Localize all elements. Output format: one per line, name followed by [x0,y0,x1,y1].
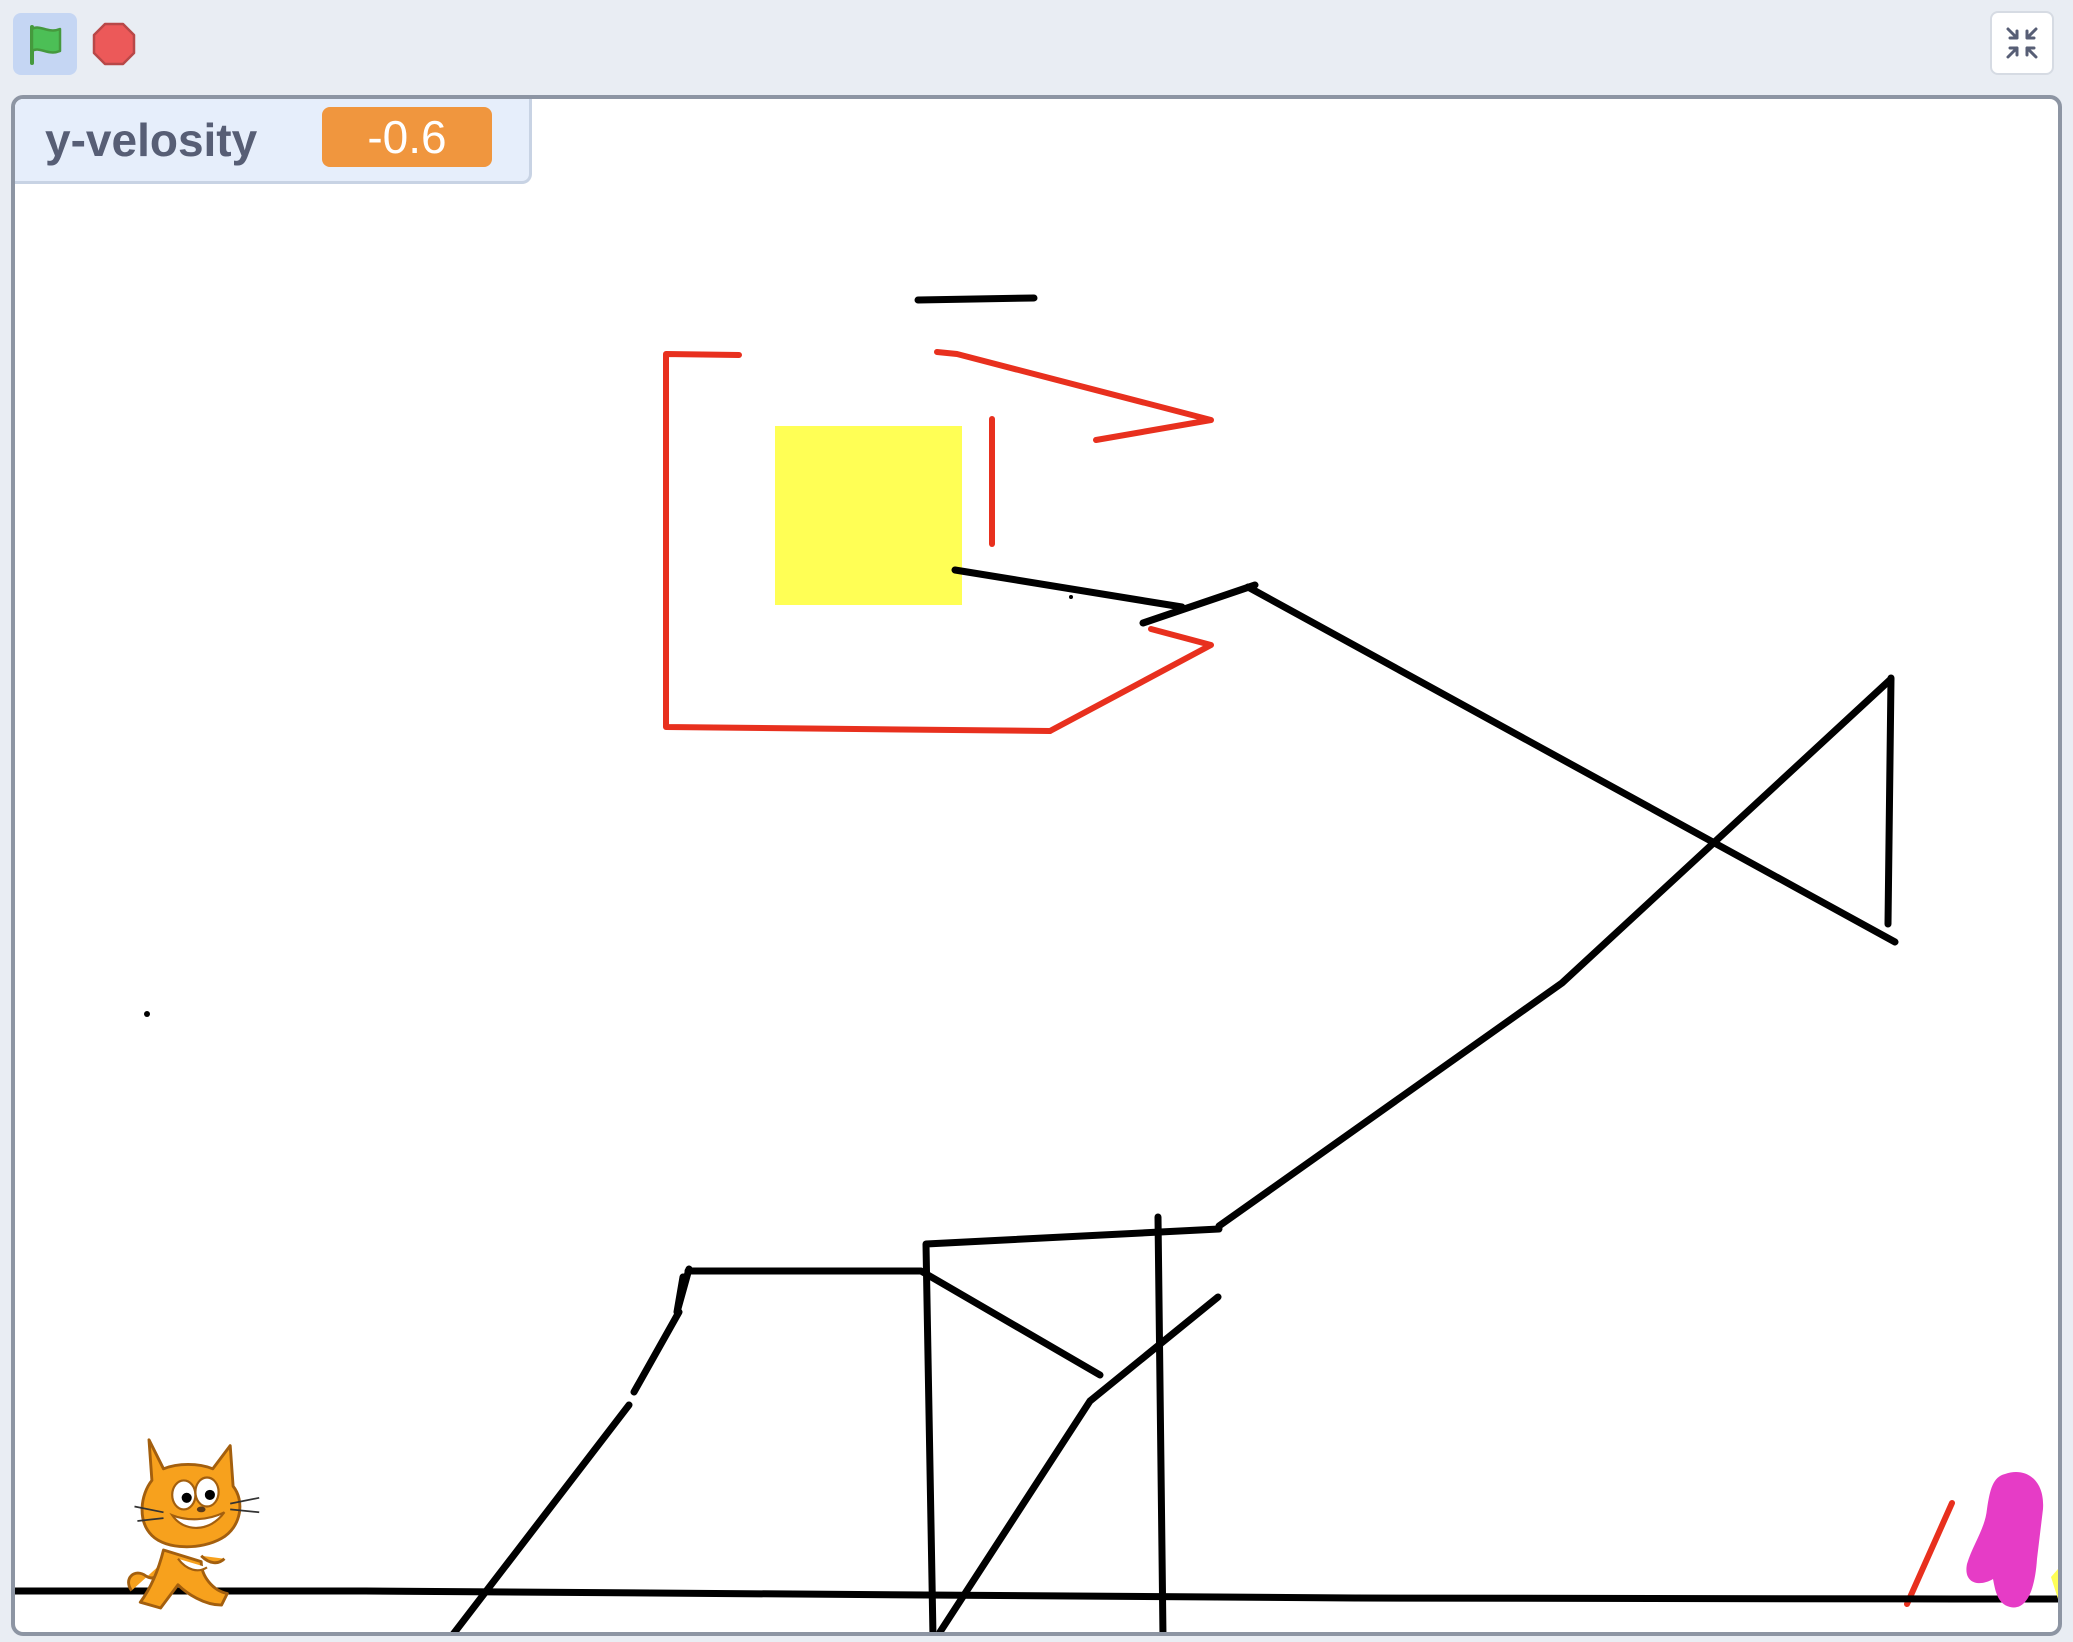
stop-button[interactable] [88,18,140,70]
variable-monitor[interactable]: y-velosity -0.6 [15,99,532,184]
exit-fullscreen-icon [2006,27,2038,59]
variable-monitor-label: y-velosity [45,114,258,166]
green-flag-button[interactable] [13,13,77,75]
green-flag-icon [30,25,62,65]
yellow-block [775,426,962,605]
scratch-cat-icon [127,1438,260,1610]
stage-header [0,0,2073,88]
exit-fullscreen-button[interactable] [1990,11,2054,75]
pen-drawing-canvas [15,294,2058,1632]
stop-sign-icon [92,22,136,66]
stage[interactable]: y-velosity -0.6 [11,95,2062,1636]
black-pen-strokes [15,294,2058,1632]
variable-monitor-value: -0.6 [322,107,492,167]
pink-blob [1966,1472,2044,1608]
